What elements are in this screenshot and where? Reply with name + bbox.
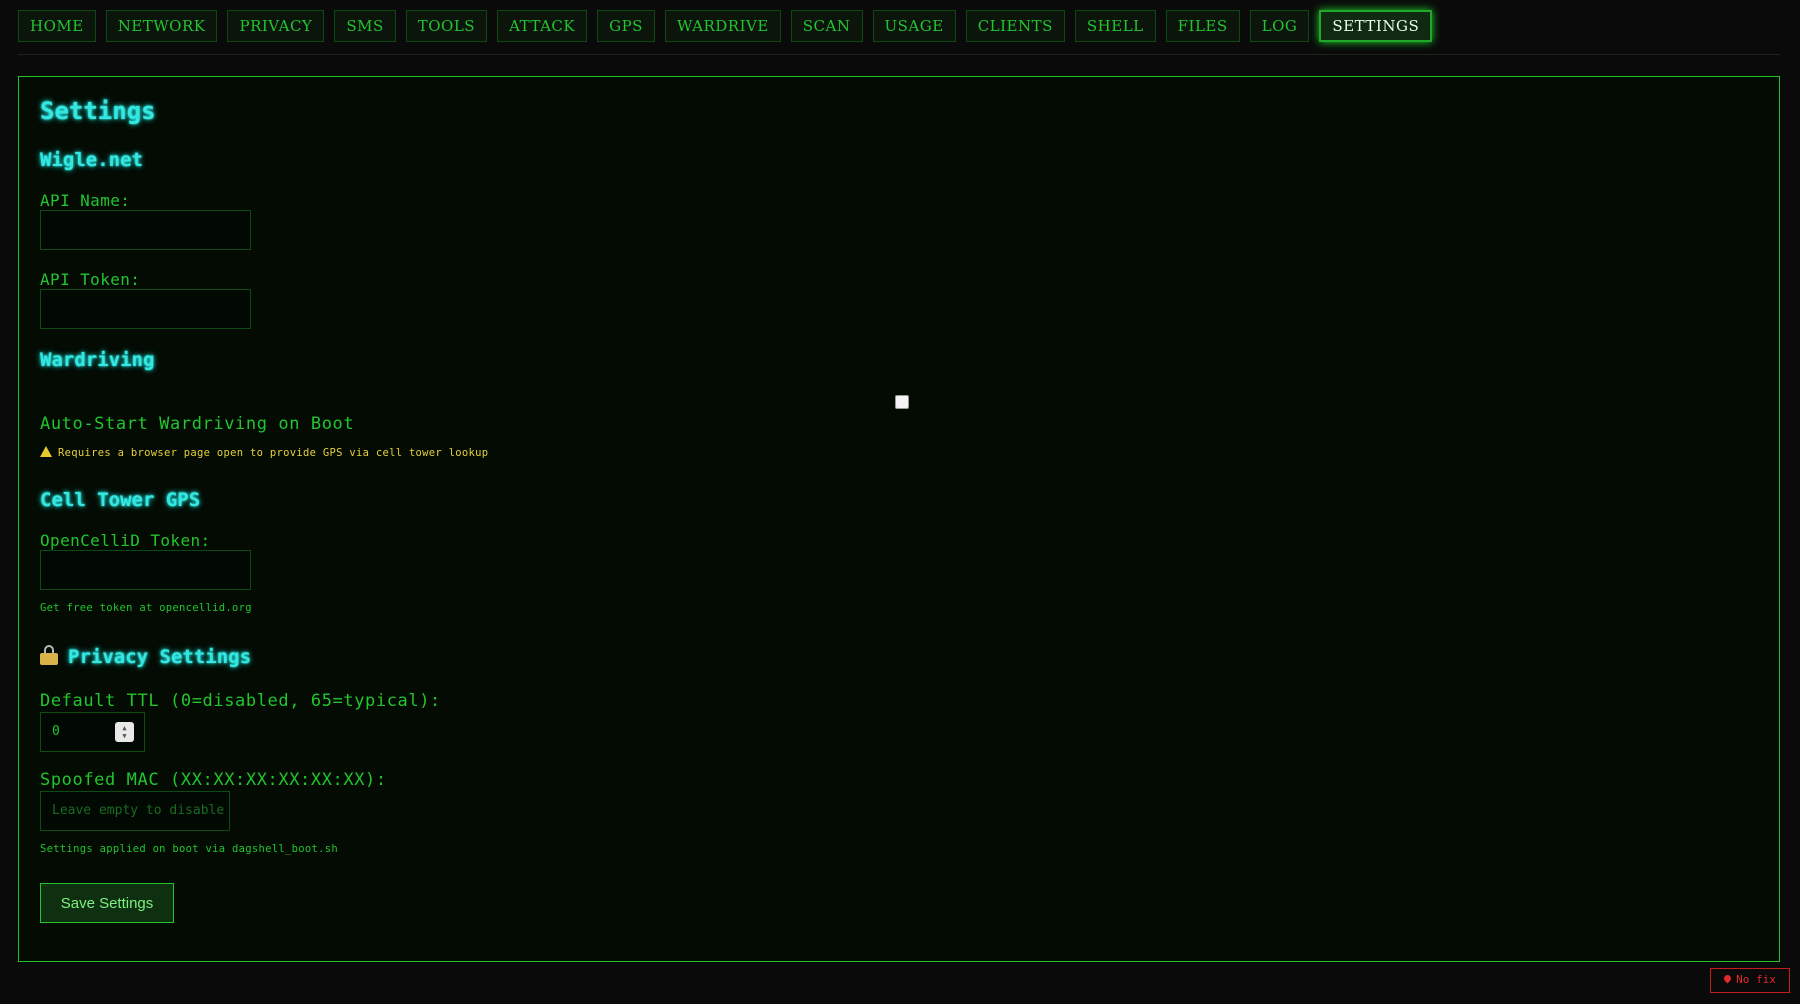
autostart-wardriving-checkbox[interactable]	[895, 395, 909, 409]
warning-icon	[40, 446, 52, 457]
nav-log[interactable]: LOG	[1249, 10, 1310, 42]
lock-icon	[40, 645, 58, 665]
api-token-input[interactable]	[40, 289, 251, 329]
settings-boot-note: Settings applied on boot via dagshell_bo…	[40, 843, 338, 855]
stepper-up-icon[interactable]: ▲	[122, 724, 126, 732]
cell-tower-heading: Cell Tower GPS	[40, 489, 201, 511]
page-title: Settings	[40, 97, 156, 125]
nav-sms[interactable]: SMS	[334, 10, 396, 42]
wardriving-warning: Requires a browser page open to provide …	[40, 446, 488, 459]
wardriving-warning-text: Requires a browser page open to provide …	[58, 447, 489, 459]
nav-divider	[18, 54, 1780, 55]
wardriving-heading: Wardriving	[40, 349, 155, 371]
nav-attack[interactable]: ATTACK	[497, 10, 588, 42]
save-settings-button[interactable]: Save Settings	[40, 883, 174, 923]
autostart-wardriving-label: Auto-Start Wardriving on Boot	[40, 414, 355, 434]
gps-status-badge: No fix	[1710, 968, 1790, 993]
opencellid-token-label: OpenCelliD Token:	[40, 531, 211, 550]
wigle-heading: Wigle.net	[40, 149, 143, 171]
api-name-input[interactable]	[40, 210, 251, 250]
nav-privacy[interactable]: PRIVACY	[227, 10, 325, 42]
nav-tools[interactable]: TOOLS	[405, 10, 488, 42]
mac-input[interactable]: Leave empty to disable	[40, 791, 230, 831]
api-name-label: API Name:	[40, 191, 131, 210]
privacy-heading-text: Privacy Settings	[68, 646, 252, 668]
nav-usage[interactable]: USAGE	[872, 10, 956, 42]
nav-scan[interactable]: SCAN	[790, 10, 863, 42]
ttl-stepper[interactable]: ▲ ▼	[115, 722, 134, 742]
api-token-label: API Token:	[40, 270, 141, 289]
stepper-down-icon[interactable]: ▼	[122, 732, 126, 740]
location-pin-icon	[1722, 973, 1733, 984]
nav-files[interactable]: FILES	[1165, 10, 1240, 42]
top-nav: HOME NETWORK PRIVACY SMS TOOLS ATTACK GP…	[18, 10, 1433, 42]
nav-network[interactable]: NETWORK	[105, 10, 218, 42]
ttl-value: 0	[52, 724, 60, 739]
nav-shell[interactable]: SHELL	[1074, 10, 1156, 42]
opencellid-hint: Get free token at opencellid.org	[40, 602, 252, 614]
opencellid-token-input[interactable]	[40, 550, 251, 590]
privacy-heading: Privacy Settings	[40, 645, 251, 668]
nav-gps[interactable]: GPS	[597, 10, 655, 42]
gps-status-text: No fix	[1736, 973, 1776, 986]
nav-wardrive[interactable]: WARDRIVE	[664, 10, 781, 42]
ttl-label: Default TTL (0=disabled, 65=typical):	[40, 691, 441, 711]
nav-home[interactable]: HOME	[18, 10, 96, 42]
mac-label: Spoofed MAC (XX:XX:XX:XX:XX:XX):	[40, 770, 387, 790]
ttl-input[interactable]: 0 ▲ ▼	[40, 712, 145, 752]
nav-clients[interactable]: CLIENTS	[965, 10, 1065, 42]
settings-panel: Settings Wigle.net API Name: API Token: …	[18, 76, 1780, 962]
nav-settings[interactable]: SETTINGS	[1319, 10, 1433, 42]
